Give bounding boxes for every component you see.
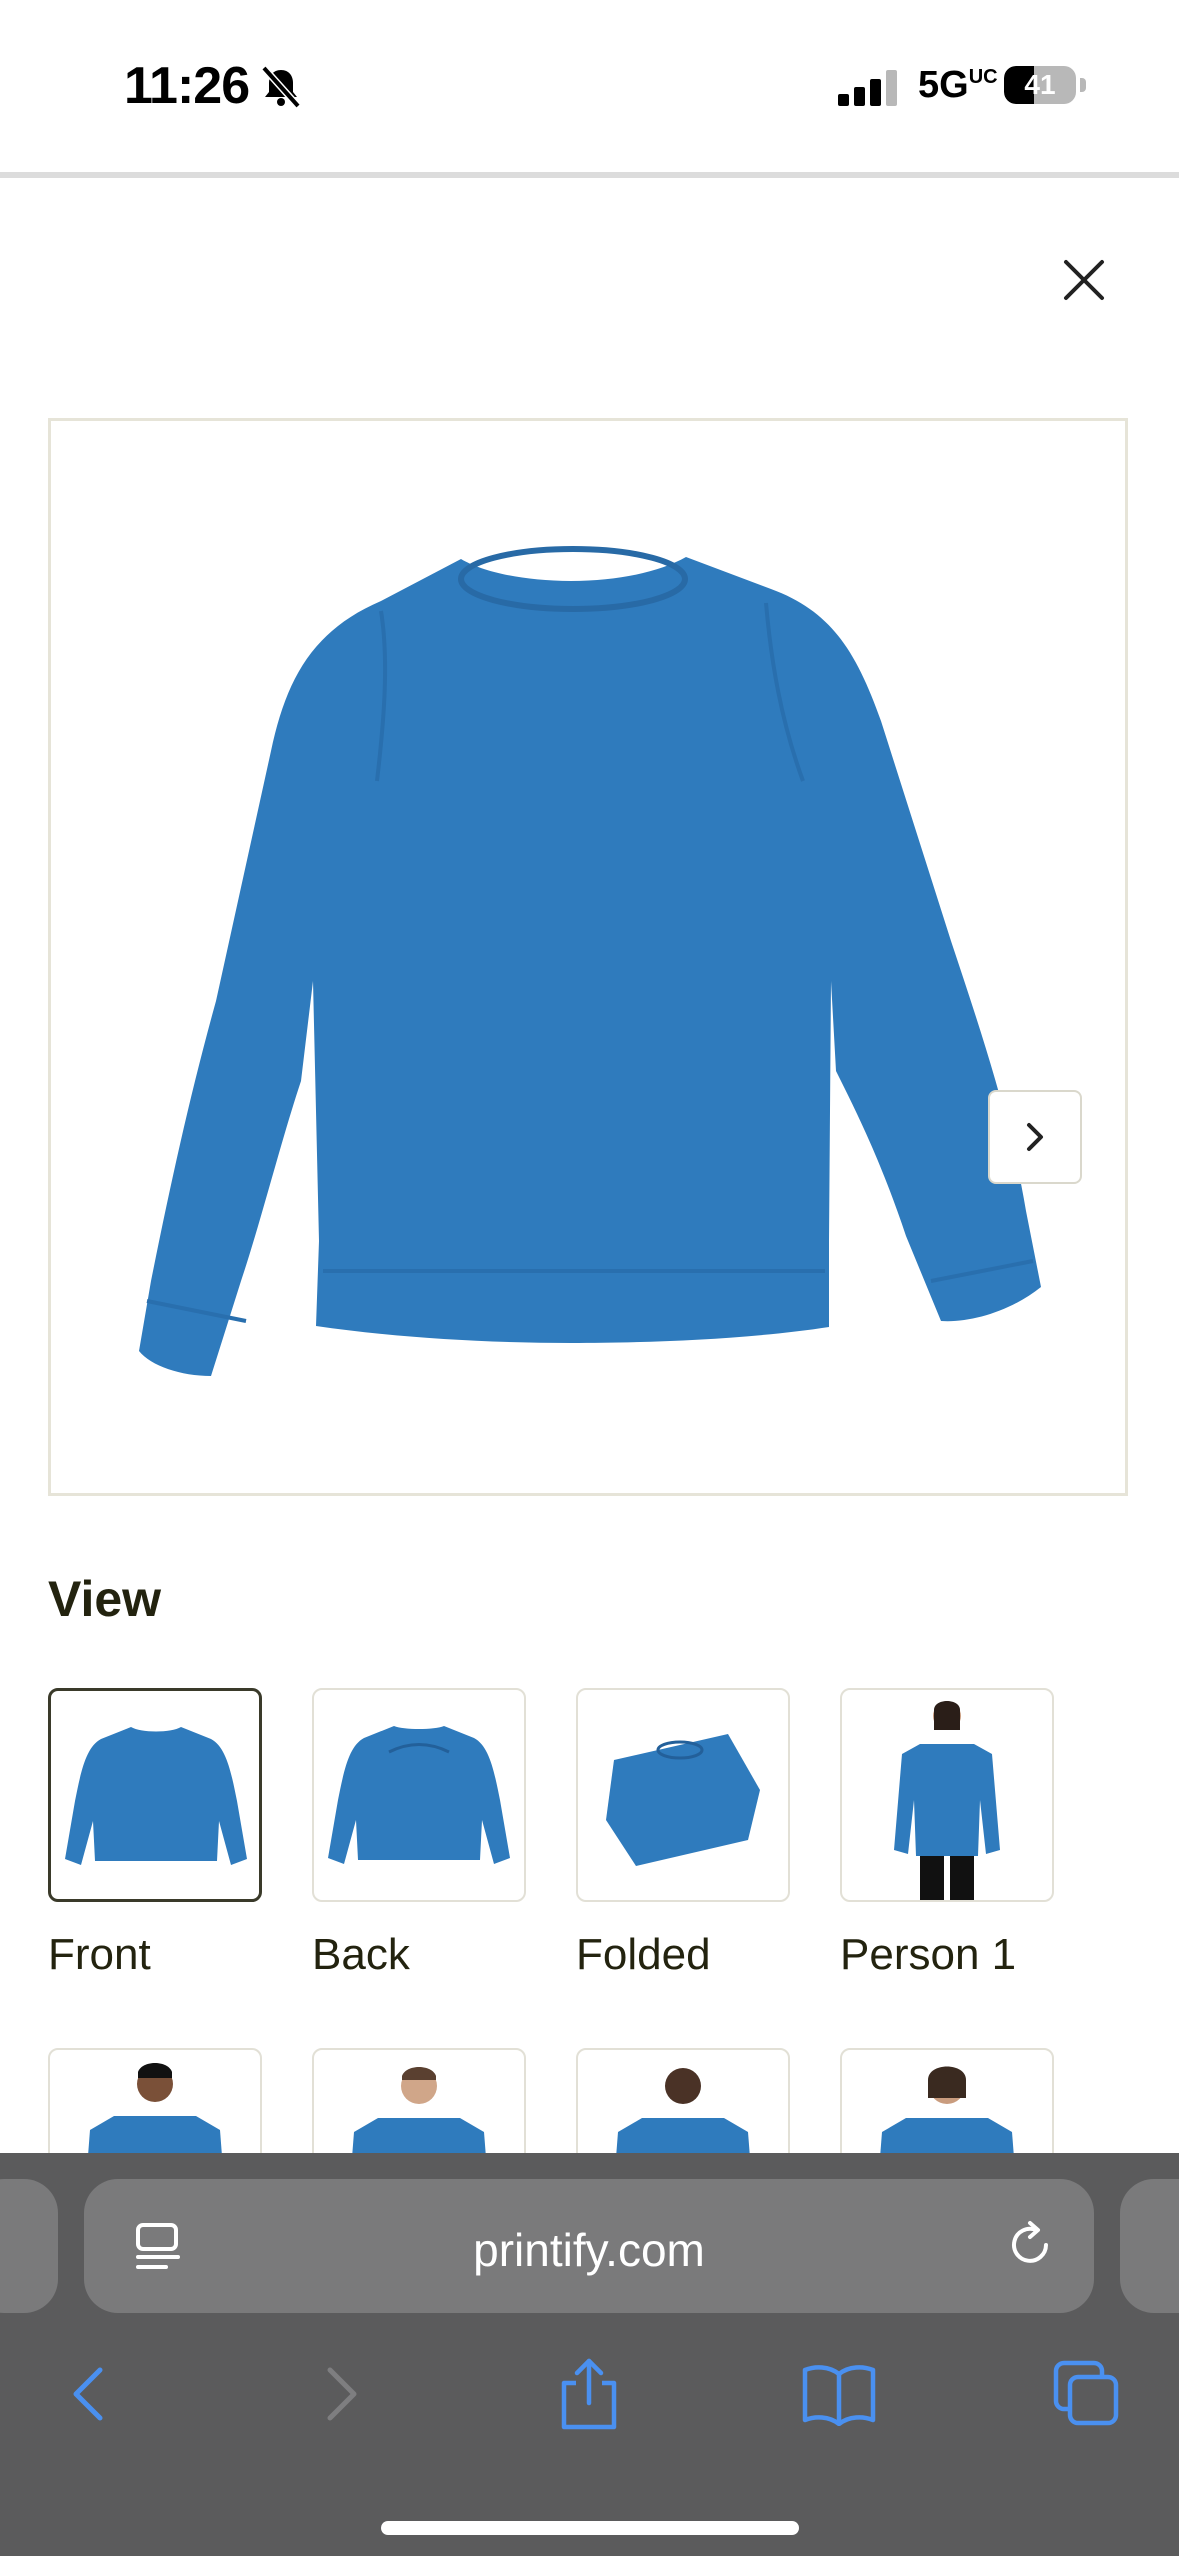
- sweatshirt-image: [139, 546, 1041, 1376]
- view-label-person-1: Person 1: [840, 1930, 1017, 1979]
- view-thumb-person-4[interactable]: [840, 2048, 1054, 2153]
- product-view-modal: View Front Back Folded Person 1: [0, 178, 1179, 2153]
- book-icon: [802, 2365, 876, 2426]
- share-icon: [561, 2358, 617, 2430]
- person-model-thumb: [894, 1701, 1000, 1900]
- previous-tab-peek[interactable]: [0, 2179, 58, 2313]
- status-bar: 11:26 5GUC 41: [0, 0, 1179, 172]
- view-thumb-back[interactable]: [312, 1688, 526, 1902]
- view-label-folded: Folded: [576, 1930, 711, 1979]
- close-icon[interactable]: [1052, 248, 1116, 312]
- silent-bell-icon: [261, 65, 301, 109]
- cellular-signal-icon: [838, 70, 897, 106]
- view-thumb-front[interactable]: [48, 1688, 262, 1902]
- next-tab-peek[interactable]: [1120, 2179, 1179, 2313]
- battery-percent: 41: [1024, 69, 1056, 100]
- back-arrow-icon: [73, 2367, 103, 2421]
- reload-icon[interactable]: [1002, 2217, 1058, 2273]
- sweatshirt-front-thumb: [65, 1727, 247, 1865]
- tabs-button[interactable]: [1042, 2349, 1132, 2439]
- forward-button[interactable]: [296, 2349, 386, 2439]
- view-thumb-person-2[interactable]: [48, 2048, 262, 2153]
- bookmarks-button[interactable]: [794, 2349, 884, 2439]
- back-button[interactable]: [44, 2349, 134, 2439]
- forward-arrow-icon: [327, 2367, 357, 2421]
- next-image-button[interactable]: [988, 1090, 1082, 1184]
- person-model-thumb: [88, 2063, 222, 2153]
- person-model-thumb: [880, 2066, 1014, 2153]
- view-thumb-person-back[interactable]: [576, 2048, 790, 2153]
- product-image: [48, 418, 1128, 1496]
- view-label-front: Front: [48, 1930, 151, 1979]
- address-bar[interactable]: printify.com: [84, 2179, 1094, 2313]
- home-indicator: [381, 2521, 799, 2535]
- chevron-right-icon: [1027, 1123, 1043, 1151]
- battery-tip: [1080, 78, 1086, 92]
- url-text: printify.com: [473, 2224, 705, 2276]
- sweatshirt-back-thumb: [328, 1726, 510, 1864]
- network-type: 5GUC: [918, 64, 998, 106]
- view-thumb-person-3[interactable]: [312, 2048, 526, 2153]
- battery-icon: 41: [1004, 66, 1076, 104]
- view-label-back: Back: [312, 1930, 410, 1979]
- tabs-icon: [1053, 2360, 1119, 2426]
- share-button[interactable]: [544, 2349, 634, 2439]
- person-model-thumb: [352, 2067, 486, 2153]
- view-thumb-person-1[interactable]: [840, 1688, 1054, 1902]
- person-model-thumb: [616, 2068, 750, 2153]
- view-heading: View: [48, 1571, 162, 1627]
- view-thumb-folded[interactable]: [576, 1688, 790, 1902]
- clock: 11:26: [124, 57, 250, 115]
- sweatshirt-folded-thumb: [606, 1734, 760, 1866]
- browser-toolbar: printify.com: [0, 2153, 1179, 2556]
